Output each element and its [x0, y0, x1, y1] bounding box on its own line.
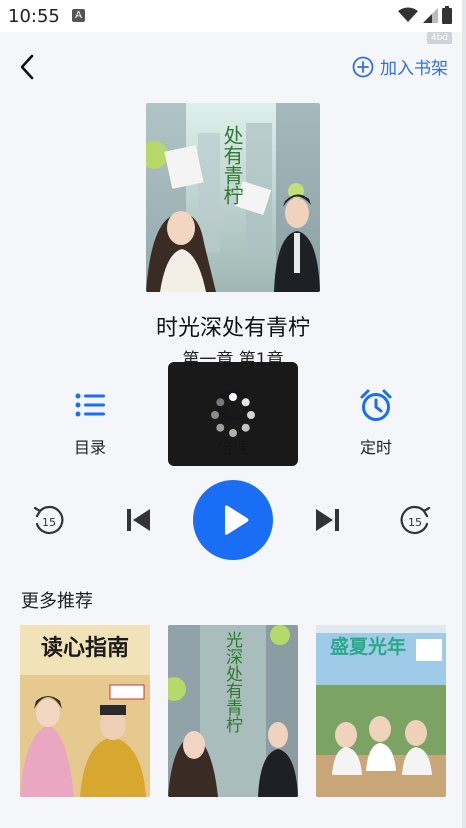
rewind-15-button[interactable]: 15: [31, 502, 67, 538]
more-recommendations-title: 更多推荐: [21, 591, 93, 612]
forward-15-button[interactable]: 15: [397, 502, 433, 538]
app-indicator-icon: A: [72, 9, 85, 22]
add-to-shelf-button[interactable]: 加入书架: [352, 54, 448, 79]
recommendation-item[interactable]: 读心指南: [20, 625, 150, 797]
recommendation-cover: 读心指南: [20, 625, 150, 797]
recommendation-item[interactable]: 盛夏光年: [316, 625, 446, 797]
wifi-icon: [398, 7, 418, 22]
chevron-left-icon: [20, 54, 34, 80]
book-title: 时光深处有青柠: [155, 316, 310, 341]
alarm-clock-icon: [360, 389, 392, 421]
signal-icon: [423, 8, 438, 23]
book-cover: 处有青柠: [146, 103, 320, 292]
back-button[interactable]: [14, 52, 42, 82]
status-icons: [398, 6, 452, 24]
status-time: 10:55: [8, 6, 60, 27]
recommendation-cover: 盛夏光年: [316, 625, 446, 797]
battery-icon: [442, 6, 452, 24]
screen-edge: [462, 0, 466, 828]
rewind-15-icon: 15: [33, 505, 64, 535]
rec-cover-text: 读心指南: [41, 635, 129, 661]
skip-previous-icon: [127, 509, 150, 531]
network-speed-badge: 4bd: [426, 32, 452, 44]
plus-circle-icon: [352, 56, 374, 77]
rec-cover-text: 光深处有青柠: [222, 631, 243, 734]
recommendation-item[interactable]: 光深处有青柠: [168, 625, 298, 797]
sleep-timer-button[interactable]: 定时: [336, 388, 416, 458]
next-chapter-button[interactable]: [312, 506, 342, 534]
timer-label: 定时: [359, 438, 392, 457]
rec-cover-text: 盛夏光年: [330, 635, 406, 658]
toc-label: 目录: [73, 438, 106, 457]
status-bar: 10:55 A 4bd: [0, 0, 466, 44]
add-to-shelf-label: 加入书架: [380, 59, 448, 79]
loading-overlay: [168, 362, 298, 466]
previous-chapter-button[interactable]: [124, 506, 154, 534]
list-icon: [75, 393, 105, 417]
forward-15-icon: 15: [400, 505, 431, 535]
rewind-seconds-text: 15: [42, 516, 56, 529]
play-button[interactable]: [193, 480, 273, 560]
play-icon: [225, 505, 249, 535]
skip-next-icon: [316, 509, 339, 531]
cover-title-text: 处有青柠: [220, 125, 244, 205]
table-of-contents-button[interactable]: 目录: [50, 388, 130, 458]
loading-spinner-icon: [211, 393, 255, 437]
recommendation-cover: 光深处有青柠: [168, 625, 298, 797]
forward-seconds-text: 15: [408, 516, 422, 529]
